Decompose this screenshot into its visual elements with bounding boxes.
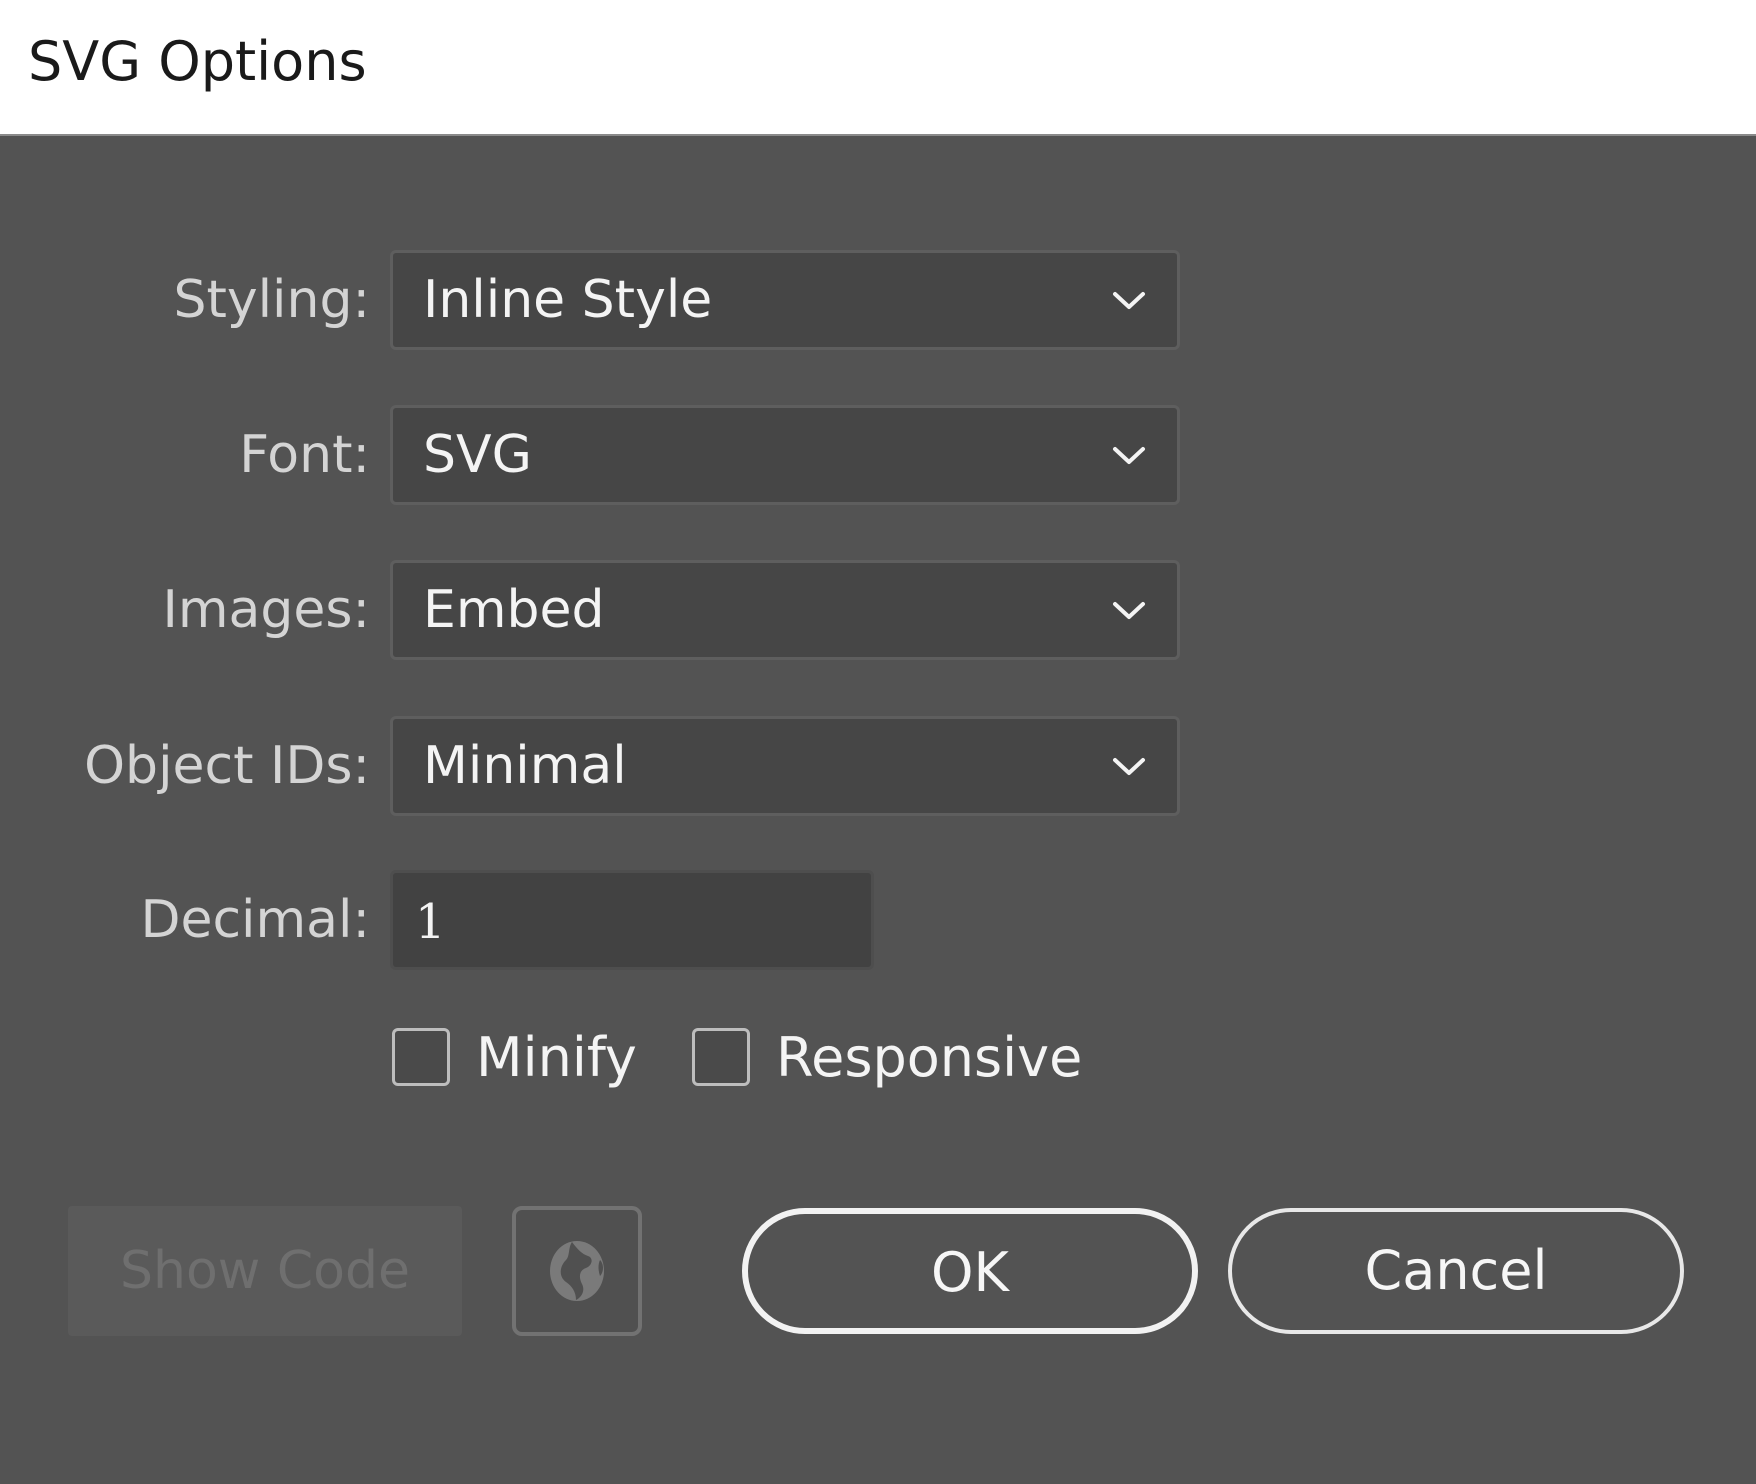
object-ids-value: Minimal: [423, 736, 627, 796]
styling-label: Styling:: [173, 270, 370, 330]
ok-button[interactable]: OK: [742, 1208, 1198, 1334]
images-row: Images: Embed: [0, 560, 1756, 660]
object-ids-dropdown[interactable]: Minimal: [390, 716, 1180, 816]
styling-value: Inline Style: [423, 270, 713, 330]
options-checkboxes: Minify Responsive: [0, 1018, 1756, 1098]
chevron-down-icon: [1113, 758, 1145, 775]
styling-dropdown[interactable]: Inline Style: [390, 250, 1180, 350]
dialog-title: SVG Options: [28, 30, 367, 93]
minify-checkbox[interactable]: [392, 1028, 450, 1086]
chevron-down-icon: [1113, 602, 1145, 619]
font-row: Font: SVG: [0, 405, 1756, 505]
object-ids-label: Object IDs:: [84, 736, 370, 796]
font-value: SVG: [423, 425, 532, 485]
decimal-value: 1: [415, 894, 446, 950]
svg-options-dialog: Styling: Inline Style Font: SVG Images: …: [0, 136, 1756, 1484]
images-label: Images:: [162, 580, 370, 640]
object-ids-row: Object IDs: Minimal: [0, 716, 1756, 816]
decimal-input[interactable]: 1: [390, 870, 874, 970]
chevron-down-icon: [1113, 292, 1145, 309]
styling-row: Styling: Inline Style: [0, 250, 1756, 350]
cancel-button[interactable]: Cancel: [1228, 1208, 1684, 1334]
preview-in-browser-button[interactable]: [512, 1206, 642, 1336]
chevron-down-icon: [1113, 447, 1145, 464]
responsive-checkbox[interactable]: [692, 1028, 750, 1086]
decimal-row: Decimal: 1: [0, 870, 1756, 970]
show-code-button[interactable]: Show Code: [68, 1206, 462, 1336]
globe-icon: [550, 1241, 604, 1301]
font-dropdown[interactable]: SVG: [390, 405, 1180, 505]
title-bar: SVG Options: [0, 0, 1756, 136]
decimal-label: Decimal:: [140, 890, 370, 950]
images-value: Embed: [423, 580, 605, 640]
responsive-label[interactable]: Responsive: [776, 1018, 1082, 1098]
font-label: Font:: [239, 425, 370, 485]
minify-label[interactable]: Minify: [476, 1018, 637, 1098]
images-dropdown[interactable]: Embed: [390, 560, 1180, 660]
